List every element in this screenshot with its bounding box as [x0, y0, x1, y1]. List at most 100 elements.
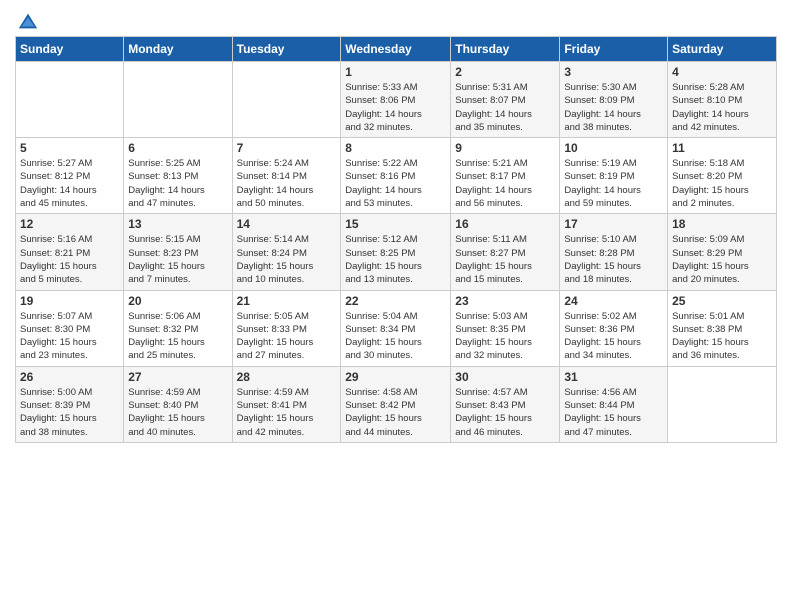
col-header-monday: Monday	[124, 37, 232, 62]
calendar-week-4: 19 Sunrise: 5:07 AMSunset: 8:30 PMDayligh…	[16, 290, 777, 366]
day-info: Sunrise: 5:01 AMSunset: 8:38 PMDaylight:…	[672, 310, 772, 363]
day-info: Sunrise: 5:02 AMSunset: 8:36 PMDaylight:…	[564, 310, 663, 363]
day-number: 6	[128, 141, 227, 155]
calendar-cell: 3 Sunrise: 5:30 AMSunset: 8:09 PMDaylight…	[560, 62, 668, 138]
calendar-week-3: 12 Sunrise: 5:16 AMSunset: 8:21 PMDayligh…	[16, 214, 777, 290]
day-info: Sunrise: 5:18 AMSunset: 8:20 PMDaylight:…	[672, 157, 772, 210]
day-info: Sunrise: 4:56 AMSunset: 8:44 PMDaylight:…	[564, 386, 663, 439]
day-info: Sunrise: 4:59 AMSunset: 8:41 PMDaylight:…	[237, 386, 337, 439]
logo	[15, 10, 39, 28]
calendar-cell: 1 Sunrise: 5:33 AMSunset: 8:06 PMDaylight…	[341, 62, 451, 138]
calendar-cell: 25 Sunrise: 5:01 AMSunset: 8:38 PMDayligh…	[668, 290, 777, 366]
day-number: 9	[455, 141, 555, 155]
day-number: 26	[20, 370, 119, 384]
calendar-table: SundayMondayTuesdayWednesdayThursdayFrid…	[15, 36, 777, 443]
calendar-body: 1 Sunrise: 5:33 AMSunset: 8:06 PMDaylight…	[16, 62, 777, 443]
calendar-cell	[16, 62, 124, 138]
day-number: 18	[672, 217, 772, 231]
day-number: 10	[564, 141, 663, 155]
calendar-cell: 27 Sunrise: 4:59 AMSunset: 8:40 PMDayligh…	[124, 366, 232, 442]
calendar-cell	[124, 62, 232, 138]
day-number: 20	[128, 294, 227, 308]
day-number: 16	[455, 217, 555, 231]
calendar-cell: 22Sunrise: 5:04 AMSunset: 8:34 PMDayligh…	[341, 290, 451, 366]
day-number: 11	[672, 141, 772, 155]
calendar-cell: 9 Sunrise: 5:21 AMSunset: 8:17 PMDaylight…	[451, 138, 560, 214]
day-info: Sunrise: 4:59 AMSunset: 8:40 PMDaylight:…	[128, 386, 227, 439]
day-info: Sunrise: 5:15 AMSunset: 8:23 PMDaylight:…	[128, 233, 227, 286]
day-number: 15	[345, 217, 446, 231]
day-number: 31	[564, 370, 663, 384]
day-info: Sunrise: 4:57 AMSunset: 8:43 PMDaylight:…	[455, 386, 555, 439]
calendar-cell: 29Sunrise: 4:58 AMSunset: 8:42 PMDayligh…	[341, 366, 451, 442]
day-info: Sunrise: 5:24 AMSunset: 8:14 PMDaylight:…	[237, 157, 337, 210]
day-number: 22	[345, 294, 446, 308]
col-header-thursday: Thursday	[451, 37, 560, 62]
calendar-cell: 15Sunrise: 5:12 AMSunset: 8:25 PMDayligh…	[341, 214, 451, 290]
day-info: Sunrise: 5:21 AMSunset: 8:17 PMDaylight:…	[455, 157, 555, 210]
col-header-tuesday: Tuesday	[232, 37, 341, 62]
day-info: Sunrise: 5:16 AMSunset: 8:21 PMDaylight:…	[20, 233, 119, 286]
header	[15, 10, 777, 28]
calendar-cell: 6 Sunrise: 5:25 AMSunset: 8:13 PMDaylight…	[124, 138, 232, 214]
calendar-cell: 12 Sunrise: 5:16 AMSunset: 8:21 PMDayligh…	[16, 214, 124, 290]
calendar-cell: 20Sunrise: 5:06 AMSunset: 8:32 PMDayligh…	[124, 290, 232, 366]
day-info: Sunrise: 5:25 AMSunset: 8:13 PMDaylight:…	[128, 157, 227, 210]
day-info: Sunrise: 5:28 AMSunset: 8:10 PMDaylight:…	[672, 81, 772, 134]
day-number: 27	[128, 370, 227, 384]
calendar-cell: 2Sunrise: 5:31 AMSunset: 8:07 PMDaylight…	[451, 62, 560, 138]
calendar-cell: 23 Sunrise: 5:03 AMSunset: 8:35 PMDayligh…	[451, 290, 560, 366]
day-info: Sunrise: 5:07 AMSunset: 8:30 PMDaylight:…	[20, 310, 119, 363]
calendar-cell: 16Sunrise: 5:11 AMSunset: 8:27 PMDayligh…	[451, 214, 560, 290]
day-number: 25	[672, 294, 772, 308]
day-number: 13	[128, 217, 227, 231]
calendar-cell: 21 Sunrise: 5:05 AMSunset: 8:33 PMDayligh…	[232, 290, 341, 366]
day-number: 5	[20, 141, 119, 155]
calendar-cell: 14 Sunrise: 5:14 AMSunset: 8:24 PMDayligh…	[232, 214, 341, 290]
day-number: 29	[345, 370, 446, 384]
day-number: 21	[237, 294, 337, 308]
day-info: Sunrise: 5:03 AMSunset: 8:35 PMDaylight:…	[455, 310, 555, 363]
logo-icon	[17, 10, 39, 32]
col-header-sunday: Sunday	[16, 37, 124, 62]
day-info: Sunrise: 5:19 AMSunset: 8:19 PMDaylight:…	[564, 157, 663, 210]
day-info: Sunrise: 5:09 AMSunset: 8:29 PMDaylight:…	[672, 233, 772, 286]
calendar-cell: 17 Sunrise: 5:10 AMSunset: 8:28 PMDayligh…	[560, 214, 668, 290]
col-header-wednesday: Wednesday	[341, 37, 451, 62]
day-info: Sunrise: 5:33 AMSunset: 8:06 PMDaylight:…	[345, 81, 446, 134]
day-info: Sunrise: 5:00 AMSunset: 8:39 PMDaylight:…	[20, 386, 119, 439]
calendar-cell: 26 Sunrise: 5:00 AMSunset: 8:39 PMDayligh…	[16, 366, 124, 442]
day-number: 23	[455, 294, 555, 308]
calendar-cell: 30 Sunrise: 4:57 AMSunset: 8:43 PMDayligh…	[451, 366, 560, 442]
calendar-cell: 18 Sunrise: 5:09 AMSunset: 8:29 PMDayligh…	[668, 214, 777, 290]
day-info: Sunrise: 5:14 AMSunset: 8:24 PMDaylight:…	[237, 233, 337, 286]
col-header-saturday: Saturday	[668, 37, 777, 62]
calendar-cell: 11 Sunrise: 5:18 AMSunset: 8:20 PMDayligh…	[668, 138, 777, 214]
day-number: 1	[345, 65, 446, 79]
calendar-cell: 24 Sunrise: 5:02 AMSunset: 8:36 PMDayligh…	[560, 290, 668, 366]
calendar-cell: 5 Sunrise: 5:27 AMSunset: 8:12 PMDaylight…	[16, 138, 124, 214]
day-info: Sunrise: 5:10 AMSunset: 8:28 PMDaylight:…	[564, 233, 663, 286]
day-number: 24	[564, 294, 663, 308]
day-number: 8	[345, 141, 446, 155]
day-info: Sunrise: 5:30 AMSunset: 8:09 PMDaylight:…	[564, 81, 663, 134]
calendar-header-row: SundayMondayTuesdayWednesdayThursdayFrid…	[16, 37, 777, 62]
day-number: 3	[564, 65, 663, 79]
day-number: 12	[20, 217, 119, 231]
calendar-cell	[232, 62, 341, 138]
calendar-cell	[668, 366, 777, 442]
day-info: Sunrise: 5:31 AMSunset: 8:07 PMDaylight:…	[455, 81, 555, 134]
calendar-week-2: 5 Sunrise: 5:27 AMSunset: 8:12 PMDaylight…	[16, 138, 777, 214]
day-number: 17	[564, 217, 663, 231]
day-info: Sunrise: 5:27 AMSunset: 8:12 PMDaylight:…	[20, 157, 119, 210]
day-number: 19	[20, 294, 119, 308]
day-number: 30	[455, 370, 555, 384]
page: SundayMondayTuesdayWednesdayThursdayFrid…	[0, 0, 792, 453]
day-number: 7	[237, 141, 337, 155]
day-number: 28	[237, 370, 337, 384]
day-info: Sunrise: 5:05 AMSunset: 8:33 PMDaylight:…	[237, 310, 337, 363]
col-header-friday: Friday	[560, 37, 668, 62]
calendar-cell: 19 Sunrise: 5:07 AMSunset: 8:30 PMDayligh…	[16, 290, 124, 366]
calendar-cell: 31 Sunrise: 4:56 AMSunset: 8:44 PMDayligh…	[560, 366, 668, 442]
day-number: 14	[237, 217, 337, 231]
